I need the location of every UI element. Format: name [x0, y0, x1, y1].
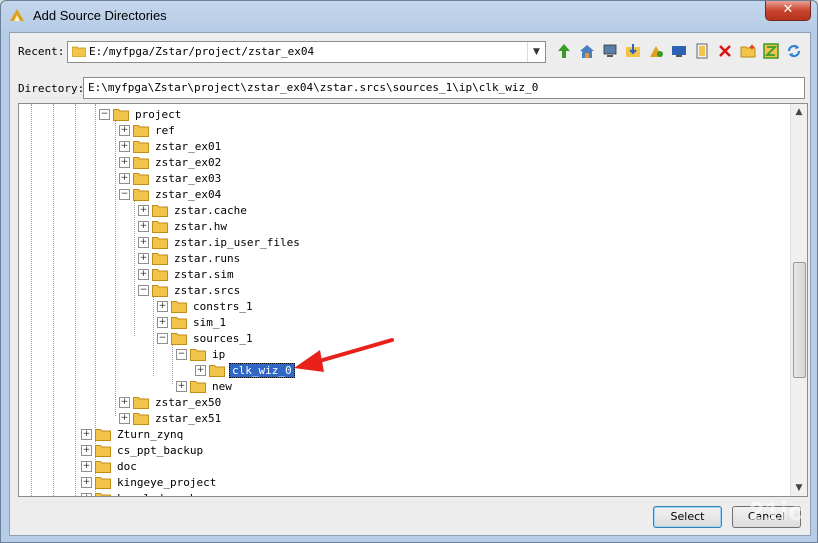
- annotation-arrow: [294, 338, 394, 372]
